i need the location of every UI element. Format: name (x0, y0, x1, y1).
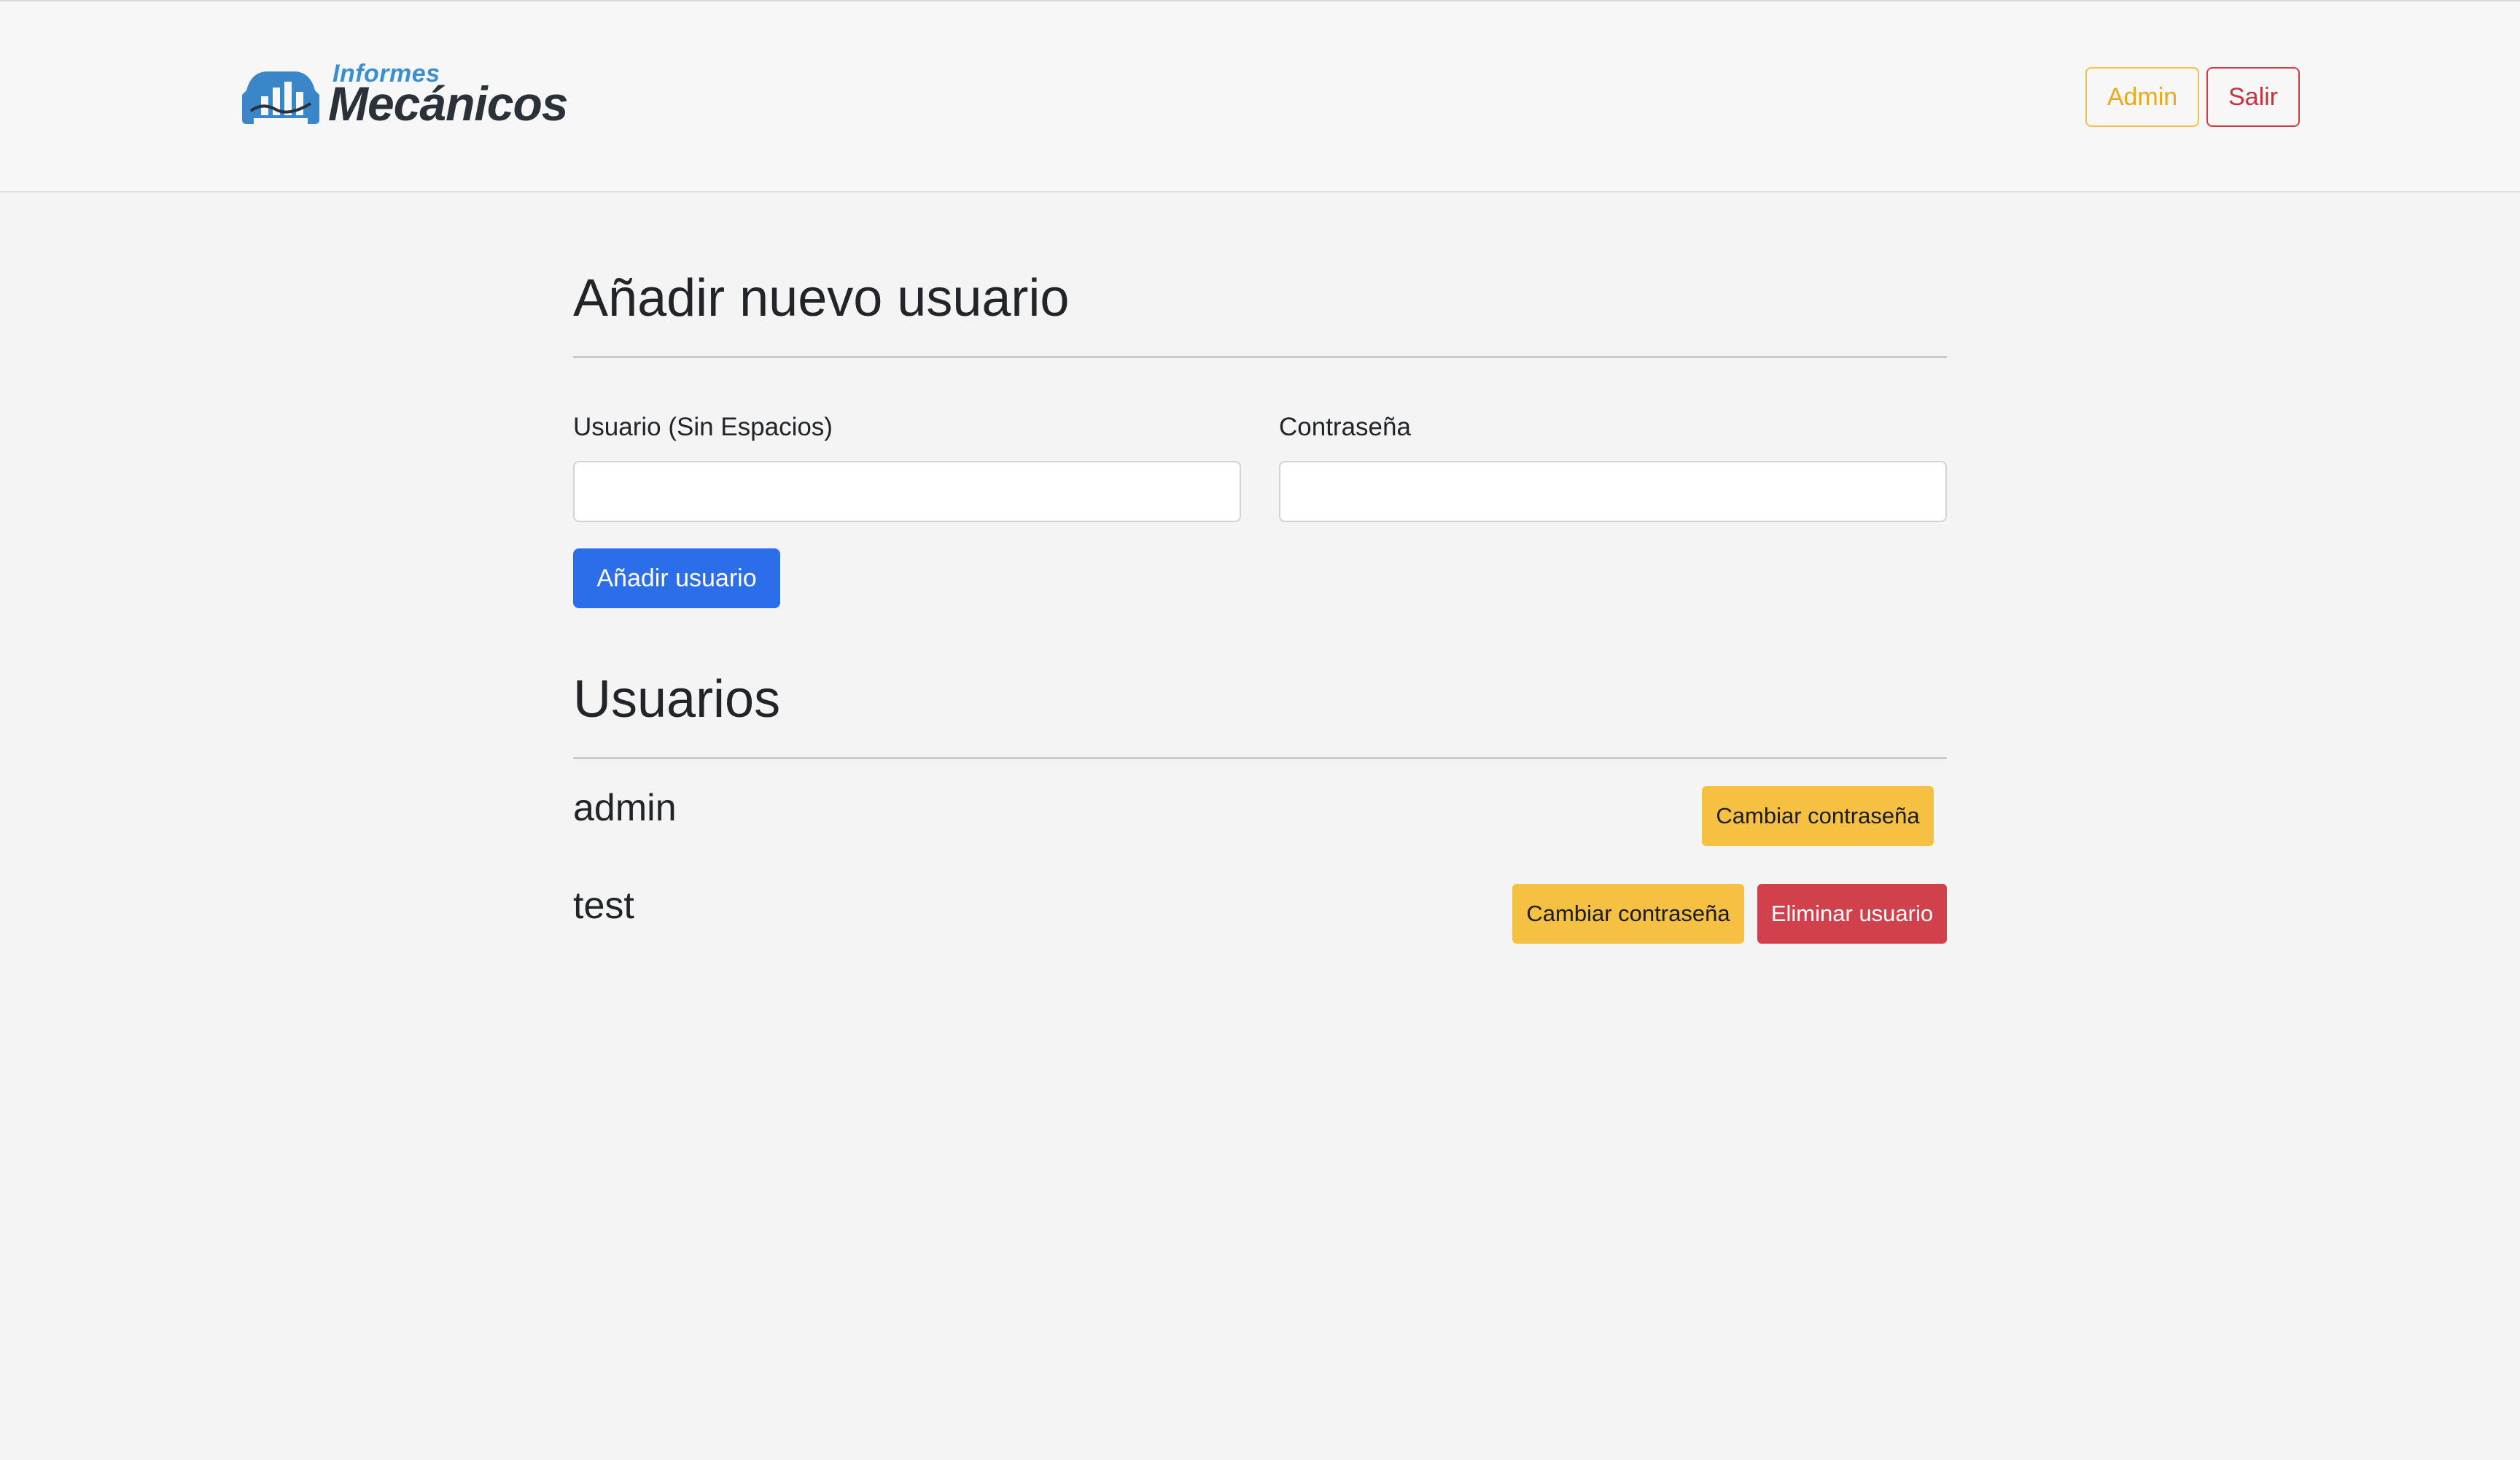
add-user-button[interactable]: Añadir usuario (573, 548, 780, 608)
user-name: test (573, 885, 634, 927)
password-input[interactable] (1279, 461, 1947, 522)
navbar: Informes Mecánicos Admin Salir (0, 1, 2520, 193)
user-row-admin: admin Cambiar contraseña (573, 786, 1947, 846)
user-name: admin (573, 787, 677, 829)
username-label: Usuario (Sin Espacios) (573, 413, 833, 441)
page: Informes Mecánicos Admin Salir Añadir nu… (0, 0, 2520, 1460)
users-title: Usuarios (573, 670, 781, 729)
delete-user-button[interactable]: Eliminar usuario (1757, 884, 1947, 944)
car-chart-logo-icon (242, 71, 319, 124)
change-password-button[interactable]: Cambiar contraseña (1512, 884, 1744, 944)
logout-button[interactable]: Salir (2206, 67, 2300, 127)
password-label: Contraseña (1279, 413, 1411, 441)
brand-big-text: Mecánicos (328, 77, 568, 131)
user-row-test: test Cambiar contraseña Eliminar usuario (573, 884, 1947, 944)
admin-button[interactable]: Admin (2085, 67, 2199, 127)
add-user-title: Añadir nuevo usuario (573, 269, 1070, 327)
divider (573, 757, 1947, 759)
divider (573, 356, 1947, 358)
brand-logo-link[interactable]: Informes Mecánicos (241, 60, 568, 133)
change-password-button[interactable]: Cambiar contraseña (1702, 786, 1934, 846)
username-input[interactable] (573, 461, 1241, 522)
